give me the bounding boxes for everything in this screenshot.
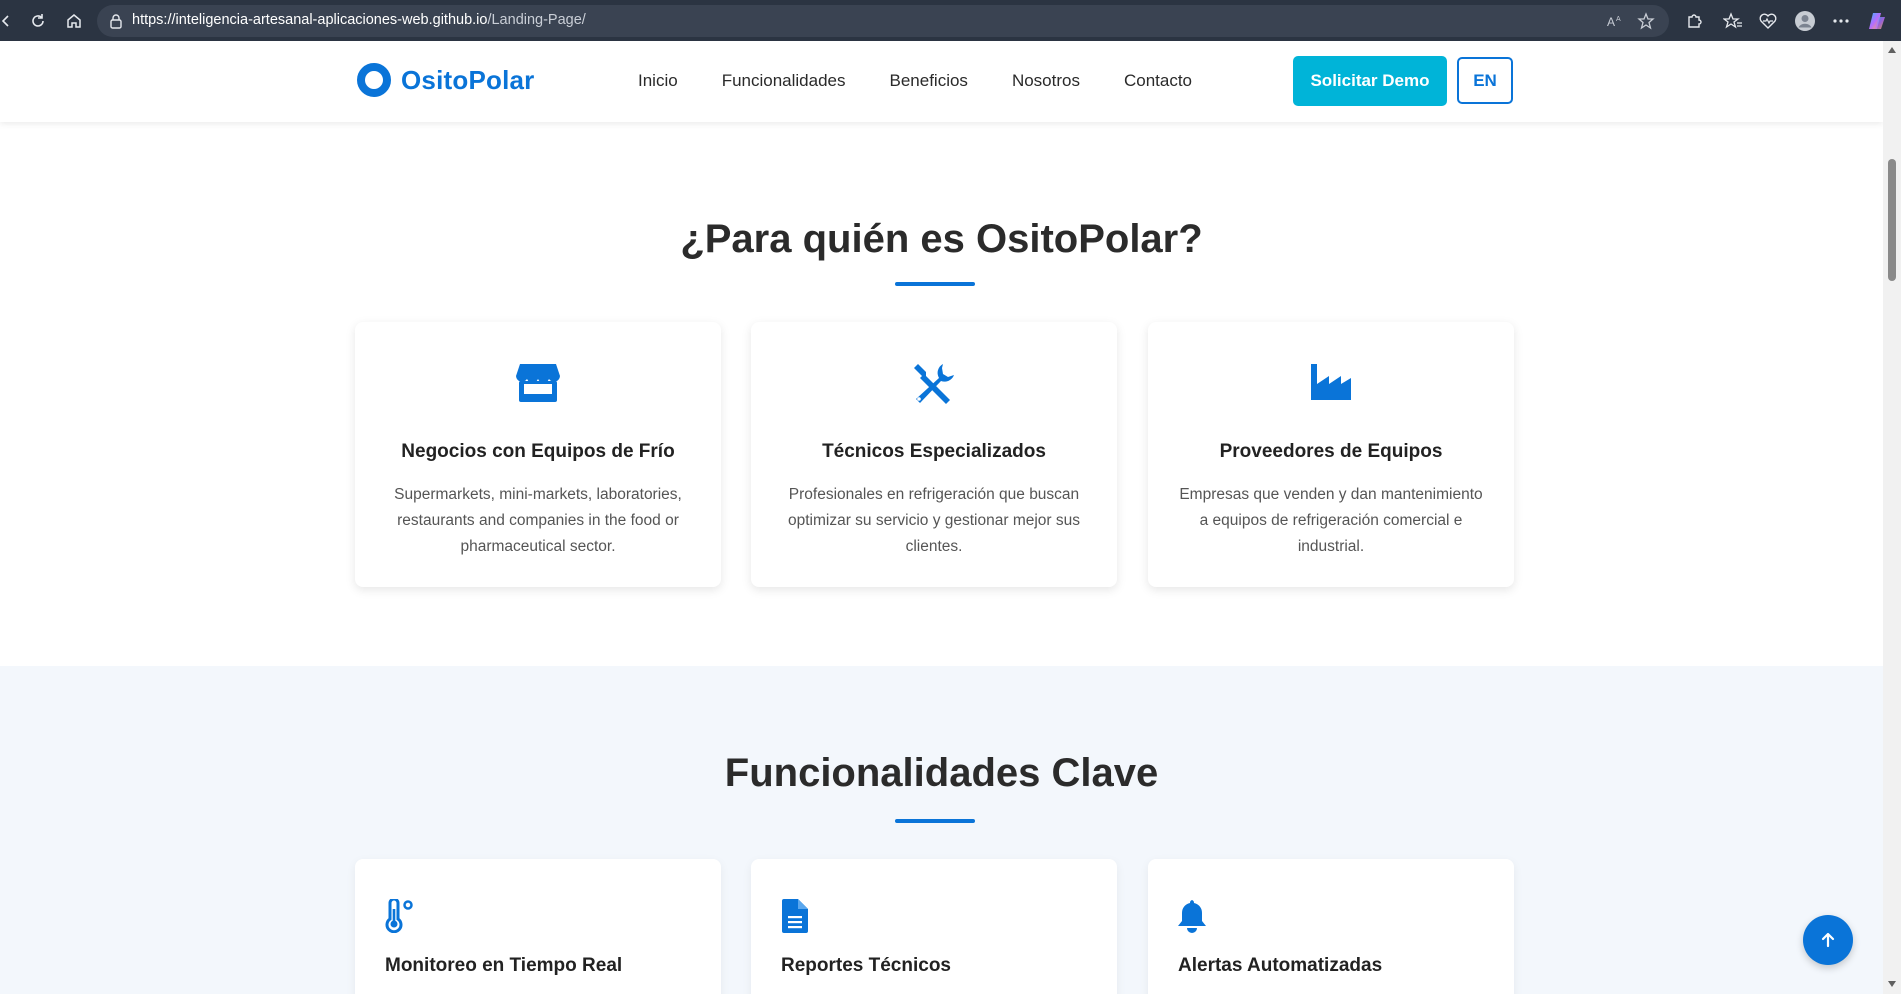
tools-icon [751,362,1117,406]
browser-toolbar: https://inteligencia-artesanal-aplicacio… [0,0,1901,41]
nav-link-inicio[interactable]: Inicio [638,71,678,91]
industry-icon [1148,362,1514,402]
browser-essentials-icon[interactable] [1757,10,1779,32]
favorites-icon[interactable] [1722,10,1744,32]
address-bar[interactable]: https://inteligencia-artesanal-aplicacio… [97,5,1669,37]
site-logo[interactable]: OsitoPolar [357,63,534,97]
url-text: https://inteligencia-artesanal-aplicacio… [132,12,586,28]
audience-card: Proveedores de Equipos Empresas que vend… [1148,322,1514,587]
feature-card: Alertas Automatizadas [1148,859,1514,994]
feature-card-title: Alertas Automatizadas [1178,955,1383,976]
feature-card: Reportes Técnicos [751,859,1117,994]
extensions-icon[interactable] [1683,10,1705,32]
read-aloud-icon[interactable]: AA [1606,12,1624,30]
home-icon[interactable] [62,9,86,33]
title-underline [895,819,975,823]
copilot-icon[interactable] [1866,10,1888,32]
lock-icon [109,13,123,34]
features-section-title: Funcionalidades Clave [724,751,1159,795]
audience-card-title: Proveedores de Equipos [1219,441,1443,462]
nav-link-contacto[interactable]: Contacto [1124,71,1192,91]
arrow-up-icon [1821,932,1835,948]
refresh-icon[interactable] [26,9,50,33]
more-options-icon[interactable] [1830,10,1852,32]
audience-card-text: Profesionales en refrigeración que busca… [787,486,1081,555]
request-demo-button[interactable]: Solicitar Demo [1293,56,1447,106]
page-scrollbar[interactable] [1883,41,1901,994]
audience-card-title: Negocios con Equipos de Frío [401,441,675,462]
feature-card-title: Monitoreo en Tiempo Real [385,955,623,976]
back-icon[interactable] [0,9,18,33]
nav-link-funcionalidades[interactable]: Funcionalidades [722,71,846,91]
audience-card: Negocios con Equipos de Frío Supermarket… [355,322,721,587]
audience-card-text: Empresas que venden y dan mantenimiento … [1179,486,1483,555]
logo-ring-icon [357,63,391,97]
scroll-up-arrow-icon[interactable] [1888,47,1896,53]
scroll-to-top-button[interactable] [1803,915,1853,965]
audience-card: Técnicos Especializados Profesionales en… [751,322,1117,587]
scroll-down-arrow-icon[interactable] [1888,981,1896,987]
nav-link-nosotros[interactable]: Nosotros [1012,71,1080,91]
site-header: OsitoPolar Inicio Funcionalidades Benefi… [0,41,1883,122]
feature-card: Monitoreo en Tiempo Real [355,859,721,994]
feature-card-title: Reportes Técnicos [781,955,951,976]
language-toggle-button[interactable]: EN [1457,57,1513,104]
audience-section-title: ¿Para quién es OsitoPolar? [680,217,1203,261]
favorite-star-icon[interactable] [1637,12,1655,30]
document-icon [782,899,808,938]
svg-text:A: A [1607,15,1615,29]
logo-text: OsitoPolar [401,64,535,95]
bell-icon [1177,899,1207,938]
avatar[interactable] [1794,10,1816,32]
nav-link-beneficios[interactable]: Beneficios [890,71,968,91]
store-icon [355,362,721,404]
audience-card-text: Supermarkets, mini-markets, laboratories… [394,486,682,555]
audience-card-title: Técnicos Especializados [822,441,1046,462]
scroll-thumb[interactable] [1888,159,1896,281]
main-nav: Inicio Funcionalidades Beneficios Nosotr… [638,71,1236,91]
title-underline [895,282,975,286]
svg-text:A: A [1616,16,1621,23]
page-viewport: OsitoPolar Inicio Funcionalidades Benefi… [0,41,1883,994]
thermometer-icon [384,897,418,938]
